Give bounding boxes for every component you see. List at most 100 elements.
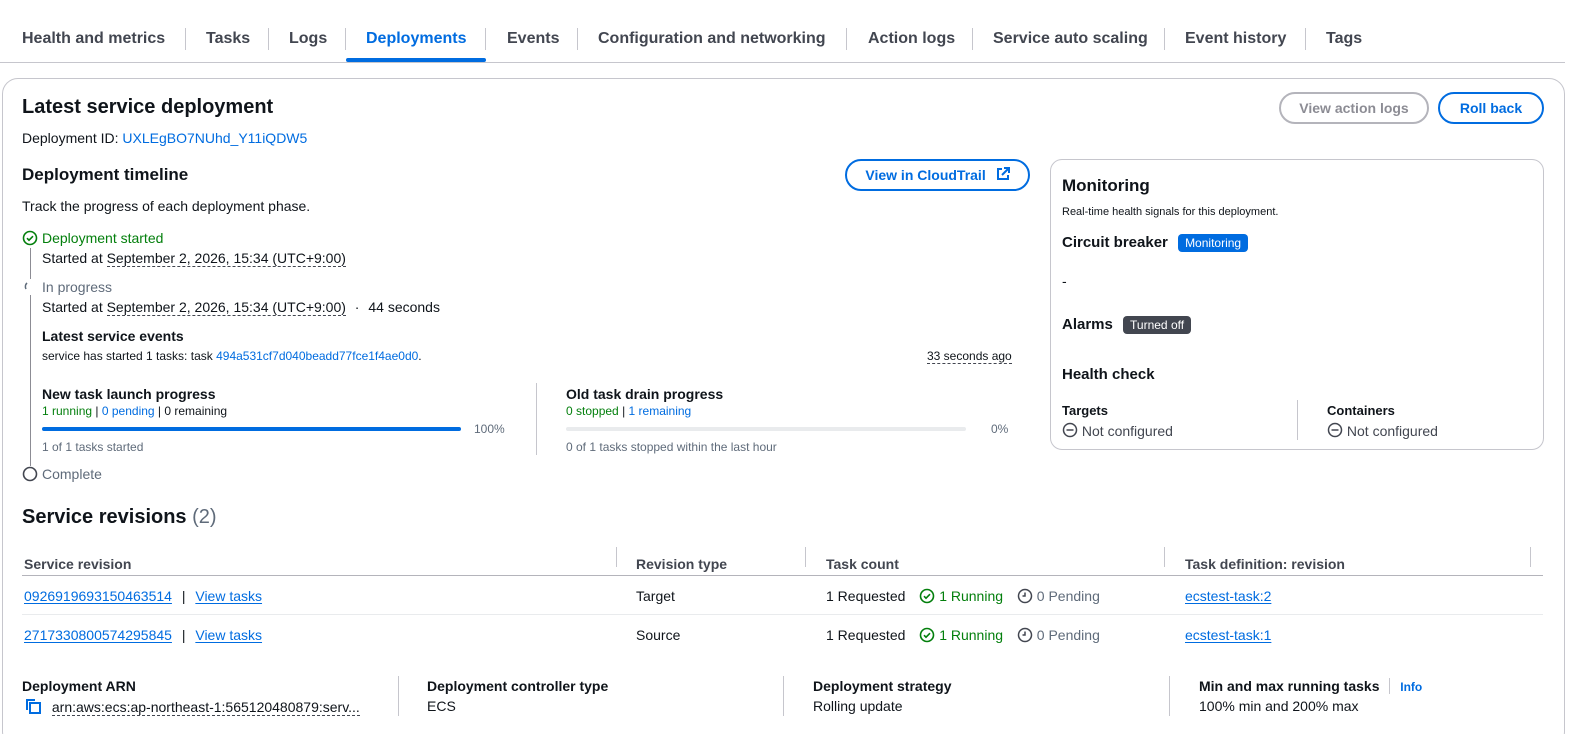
column-divider: [1169, 676, 1170, 716]
status-deployment-started: Deployment started: [42, 230, 164, 246]
started-at-time[interactable]: September 2, 2026, 15:34 (UTC+9:00): [106, 250, 346, 267]
running-count: 1 Running: [939, 627, 1004, 643]
tab-event-history[interactable]: Event history: [1185, 20, 1286, 62]
new-pending-count[interactable]: 0 pending: [102, 404, 155, 418]
column-divider: [616, 547, 617, 567]
table-header-border: [22, 575, 1543, 576]
tab-divider: [846, 28, 847, 50]
monitoring-subtitle: Real-time health signals for this deploy…: [1062, 206, 1279, 218]
tab-service-auto-scaling[interactable]: Service auto scaling: [993, 20, 1148, 62]
service-revision-link[interactable]: 0926919693150463514: [24, 588, 172, 604]
deployment-arn-value[interactable]: arn:aws:ecs:ap-northeast-1:565120480879:…: [51, 699, 360, 716]
service-revision-link[interactable]: 2717330800574295845: [24, 627, 172, 643]
tab-configuration-and-networking[interactable]: Configuration and networking: [598, 20, 826, 62]
circuit-breaker-label: Circuit breaker: [1062, 234, 1168, 251]
circuit-breaker-row: Circuit breaker Monitoring: [1062, 234, 1249, 253]
tab-divider: [1305, 28, 1306, 50]
copy-icon[interactable]: [24, 697, 42, 718]
tab-divider: [972, 28, 973, 50]
new-task-counts: 1 running | 0 pending | 0 remaining: [42, 404, 227, 418]
pending-count: 0 Pending: [1036, 627, 1100, 643]
old-task-percent: 0%: [991, 422, 1009, 436]
tab-divider: [577, 28, 578, 50]
old-remaining-count[interactable]: 1 remaining: [629, 404, 692, 418]
row-divider: [22, 614, 1543, 615]
task-count: 1 Requested 1 Running 0 Pending: [826, 588, 1100, 604]
event-text: service has started 1 tasks: task: [42, 349, 213, 363]
containers-value-row: Not configured: [1327, 422, 1438, 441]
roll-back-button[interactable]: Roll back: [1438, 92, 1544, 124]
event-period: .: [418, 349, 422, 363]
view-in-cloudtrail-button[interactable]: View in CloudTrail: [845, 159, 1030, 191]
min-max-label-row: Min and max running tasks Info: [1199, 678, 1422, 694]
targets-value: Not configured: [1081, 423, 1173, 439]
deployment-strategy-label: Deployment strategy: [813, 678, 952, 694]
column-divider: [1164, 547, 1165, 567]
task-definition-link[interactable]: ecstest-task:1: [1185, 627, 1271, 643]
tab-divider: [185, 28, 186, 50]
separator-dot: ·: [354, 299, 360, 315]
minus-circle-icon: [1062, 422, 1078, 441]
view-tasks-link[interactable]: View tasks: [195, 627, 262, 643]
tab-tags[interactable]: Tags: [1326, 20, 1362, 62]
table-row: 0926919693150463514 | View tasks: [24, 588, 262, 604]
new-task-progress-bar: [42, 427, 461, 431]
alarms-label: Alarms: [1062, 316, 1113, 333]
deployment-id-label: Deployment ID:: [22, 130, 119, 146]
containers-label: Containers: [1327, 403, 1395, 418]
pipe-separator: |: [95, 404, 99, 418]
targets-label: Targets: [1062, 403, 1108, 418]
min-max-label: Min and max running tasks: [1199, 678, 1380, 694]
service-revisions-count: (2): [192, 506, 217, 528]
status-in-progress: In progress: [42, 279, 113, 295]
external-link-icon: [996, 162, 1010, 190]
check-circle-icon: [919, 627, 935, 643]
tab-health-and-metrics[interactable]: Health and metrics: [22, 20, 165, 62]
column-header-task-count[interactable]: Task count: [826, 556, 899, 572]
view-tasks-link[interactable]: View tasks: [195, 588, 262, 604]
elapsed-duration: 44 seconds: [368, 299, 440, 315]
revision-type: Source: [636, 627, 681, 643]
check-circle-icon: [22, 230, 38, 249]
tab-deployments[interactable]: Deployments: [345, 20, 488, 62]
controller-type-label: Deployment controller type: [427, 678, 609, 694]
progress-divider: [536, 383, 537, 455]
column-header-service-revision[interactable]: Service revision: [24, 556, 131, 572]
event-task-link[interactable]: 494a531cf7d040beadd77fce1f4ae0d0: [216, 349, 418, 363]
column-header-task-definition[interactable]: Task definition: revision: [1185, 556, 1345, 572]
event-timestamp[interactable]: 33 seconds ago: [927, 349, 1012, 364]
tab-divider: [1164, 28, 1165, 50]
tab-tasks[interactable]: Tasks: [206, 20, 250, 62]
cloudtrail-label: View in CloudTrail: [865, 167, 986, 183]
timeline-title: Deployment timeline: [22, 165, 189, 184]
latest-events-title: Latest service events: [42, 328, 184, 344]
deployment-id-link[interactable]: UXLEgBO7NUhd_Y11iQDW5: [122, 130, 307, 146]
started-at-label: Started at: [42, 250, 103, 266]
task-definition-link[interactable]: ecstest-task:2: [1185, 588, 1271, 604]
clock-icon: [1017, 588, 1033, 604]
minus-circle-icon: [1327, 422, 1343, 441]
deployment-arn-label: Deployment ARN: [22, 678, 136, 694]
column-divider: [805, 547, 806, 567]
tab-events[interactable]: Events: [507, 20, 559, 62]
column-divider: [783, 676, 784, 716]
in-progress-started-time[interactable]: September 2, 2026, 15:34 (UTC+9:00): [106, 299, 346, 316]
view-action-logs-button[interactable]: View action logs: [1279, 92, 1429, 124]
tab-logs[interactable]: Logs: [289, 20, 327, 62]
timeline-subtitle: Track the progress of each deployment ph…: [22, 198, 311, 214]
started-at-row: Started at September 2, 2026, 15:34 (UTC…: [42, 250, 346, 267]
deployment-arn-row: arn:aws:ecs:ap-northeast-1:565120480879:…: [24, 697, 360, 718]
new-task-progress-title: New task launch progress: [42, 386, 216, 402]
tab-divider: [345, 28, 346, 50]
alarms-badge: Turned off: [1123, 316, 1192, 335]
revision-type: Target: [636, 588, 675, 604]
in-progress-started-label: Started at: [42, 299, 103, 315]
service-revisions-label: Service revisions: [22, 506, 187, 528]
tab-action-logs[interactable]: Action logs: [868, 20, 955, 62]
column-header-revision-type[interactable]: Revision type: [636, 556, 727, 572]
new-task-footer: 1 of 1 tasks started: [42, 440, 144, 454]
requested-count: 1 Requested: [826, 588, 906, 604]
info-link[interactable]: Info: [1400, 680, 1422, 694]
pending-count: 0 Pending: [1036, 588, 1100, 604]
service-revisions-title: Service revisions (2): [22, 506, 217, 529]
